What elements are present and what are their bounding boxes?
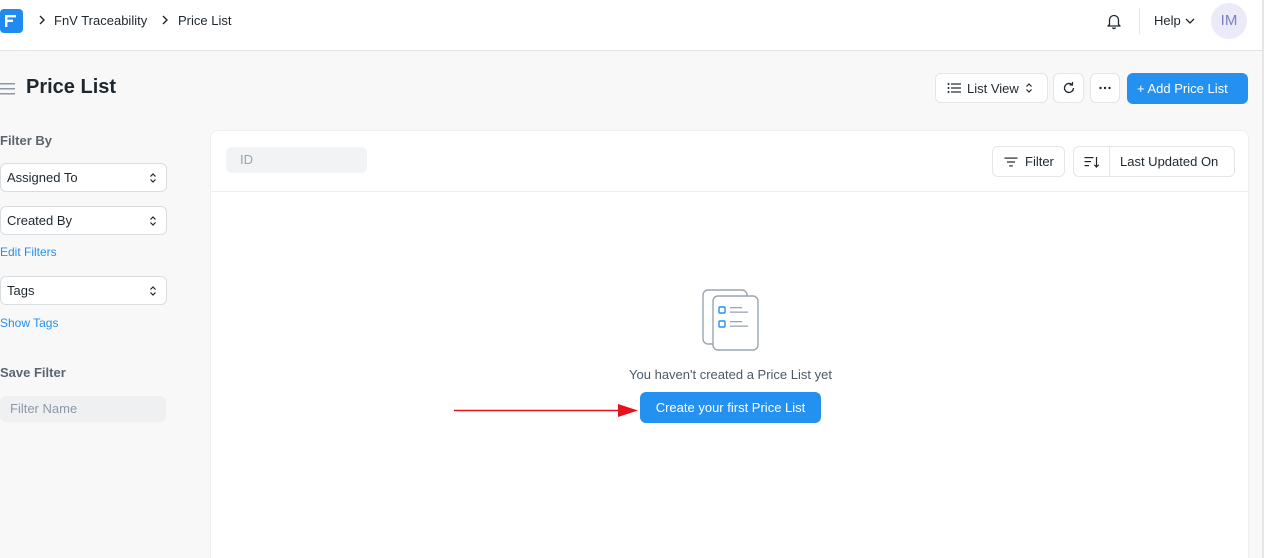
page-title: Price List bbox=[26, 76, 117, 98]
sort-field-label[interactable]: Last Updated On bbox=[1110, 154, 1218, 169]
frappe-logo-icon[interactable] bbox=[0, 9, 23, 33]
filter-label: Filter bbox=[1025, 154, 1054, 169]
avatar[interactable]: IM bbox=[1211, 3, 1247, 39]
updown-icon bbox=[1025, 83, 1032, 93]
created-by-filter[interactable]: Created By bbox=[0, 206, 167, 235]
updown-icon bbox=[150, 216, 156, 226]
refresh-icon bbox=[1063, 81, 1074, 94]
tags-filter[interactable]: Tags bbox=[0, 276, 167, 305]
breadcrumb-price-list[interactable]: Price List bbox=[178, 13, 231, 28]
filter-button[interactable]: Filter bbox=[992, 146, 1065, 177]
add-price-list-button[interactable]: + Add Price List bbox=[1127, 73, 1248, 104]
notification-bell-icon[interactable] bbox=[1105, 12, 1123, 30]
list-view-selector[interactable]: List View bbox=[935, 73, 1048, 103]
list-card: ID Filter Last Updated On You haven't cr… bbox=[210, 130, 1249, 558]
sort-selector: Last Updated On bbox=[1073, 146, 1235, 177]
save-filter-heading: Save Filter bbox=[0, 365, 66, 380]
more-horizontal-icon bbox=[1099, 86, 1111, 90]
chevron-down-icon[interactable] bbox=[1185, 17, 1195, 25]
filter-name-input[interactable]: Filter Name bbox=[0, 396, 166, 422]
id-filter-input[interactable]: ID bbox=[226, 147, 367, 173]
list-toolbar: ID Filter Last Updated On bbox=[211, 131, 1248, 192]
sidebar-toggle-icon[interactable] bbox=[0, 82, 16, 96]
filter-icon bbox=[1004, 157, 1018, 166]
list-icon bbox=[947, 83, 961, 93]
created-by-label: Created By bbox=[7, 213, 73, 228]
navbar-divider bbox=[1139, 8, 1140, 34]
filter-by-heading: Filter By bbox=[0, 133, 53, 148]
show-tags-link[interactable]: Show Tags bbox=[0, 316, 58, 330]
navbar: FnV Traceability Price List Help IM bbox=[0, 0, 1264, 51]
chevron-right-icon bbox=[39, 15, 45, 25]
sort-order-button[interactable] bbox=[1074, 147, 1110, 176]
assigned-to-label: Assigned To bbox=[7, 170, 78, 185]
help-dropdown[interactable]: Help bbox=[1154, 13, 1181, 28]
list-view-label: List View bbox=[967, 80, 1019, 96]
empty-state-message: You haven't created a Price List yet bbox=[629, 367, 832, 382]
empty-list-icon bbox=[702, 289, 759, 351]
assigned-to-filter[interactable]: Assigned To bbox=[0, 163, 167, 192]
edit-filters-link[interactable]: Edit Filters bbox=[0, 245, 57, 259]
sort-descending-icon bbox=[1084, 156, 1099, 168]
red-arrow-annotation-icon bbox=[454, 404, 638, 417]
updown-icon bbox=[150, 286, 156, 296]
more-actions-button[interactable] bbox=[1090, 73, 1120, 103]
chevron-right-icon bbox=[162, 15, 168, 25]
create-first-price-list-button[interactable]: Create your first Price List bbox=[640, 392, 821, 423]
updown-icon bbox=[150, 173, 156, 183]
tags-label: Tags bbox=[7, 283, 35, 298]
breadcrumb-fnv-traceability[interactable]: FnV Traceability bbox=[54, 13, 147, 28]
refresh-button[interactable] bbox=[1053, 73, 1084, 103]
